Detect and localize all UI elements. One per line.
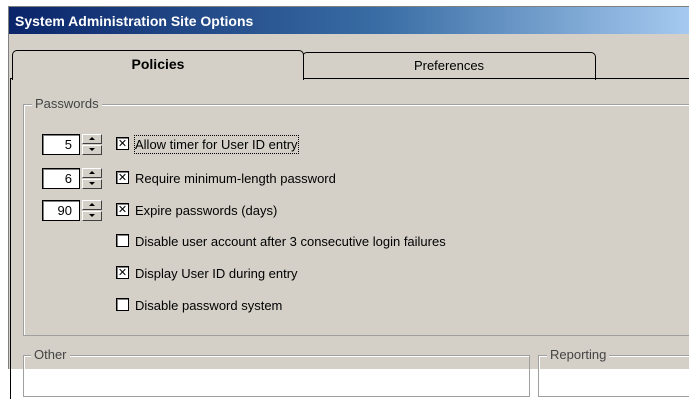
expire-days-input[interactable]: 90 [42,200,80,221]
window-title: System Administration Site Options [15,13,254,29]
tab-policies-label: Policies [131,56,185,72]
min-length-spin-buttons [82,168,102,189]
timer-seconds-spinner: 5 [42,134,102,155]
checkmark-icon[interactable]: ✕ [116,171,129,184]
checkmark-icon[interactable]: ✕ [116,266,129,279]
tab-policies[interactable]: Policies [12,50,304,80]
timer-seconds-spin-buttons [82,134,102,155]
spin-down-arrow-icon[interactable] [82,145,102,155]
option-expire-passwords-label: Expire passwords (days) [135,203,278,218]
spin-up-arrow-icon[interactable] [82,200,102,210]
spin-up-arrow-icon[interactable] [82,134,102,144]
option-disable-after-failures-label: Disable user account after 3 consecutive… [135,234,446,249]
expire-days-spin-buttons [82,200,102,221]
reporting-group-legend: Reporting [547,347,610,362]
spin-down-arrow-icon[interactable] [82,179,102,189]
option-require-min-length-label: Require minimum-length password [135,171,336,186]
option-allow-timer-label: Allow timer for User ID entry [134,135,299,154]
expire-days-spinner: 90 [42,200,102,221]
checkmark-icon[interactable]: ✕ [116,203,129,216]
option-disable-password-system-label: Disable password system [135,298,283,313]
other-group: Other [23,347,530,397]
other-group-legend: Other [31,347,70,362]
checkbox-empty[interactable] [116,234,129,247]
spin-down-arrow-icon[interactable] [82,211,102,221]
passwords-group-legend: Passwords [32,96,102,111]
option-display-user-id-label: Display User ID during entry [135,266,298,281]
tab-preferences[interactable]: Preferences [302,52,596,80]
min-length-input[interactable]: 6 [42,168,80,189]
spin-up-arrow-icon[interactable] [82,168,102,178]
tab-preferences-label: Preferences [413,58,485,73]
timer-seconds-input[interactable]: 5 [42,134,80,155]
title-bar[interactable]: System Administration Site Options [9,7,689,34]
min-length-spinner: 6 [42,168,102,189]
checkbox-empty[interactable] [116,298,129,311]
reporting-group: Reporting [538,347,689,397]
checkmark-icon[interactable]: ✕ [116,137,129,150]
